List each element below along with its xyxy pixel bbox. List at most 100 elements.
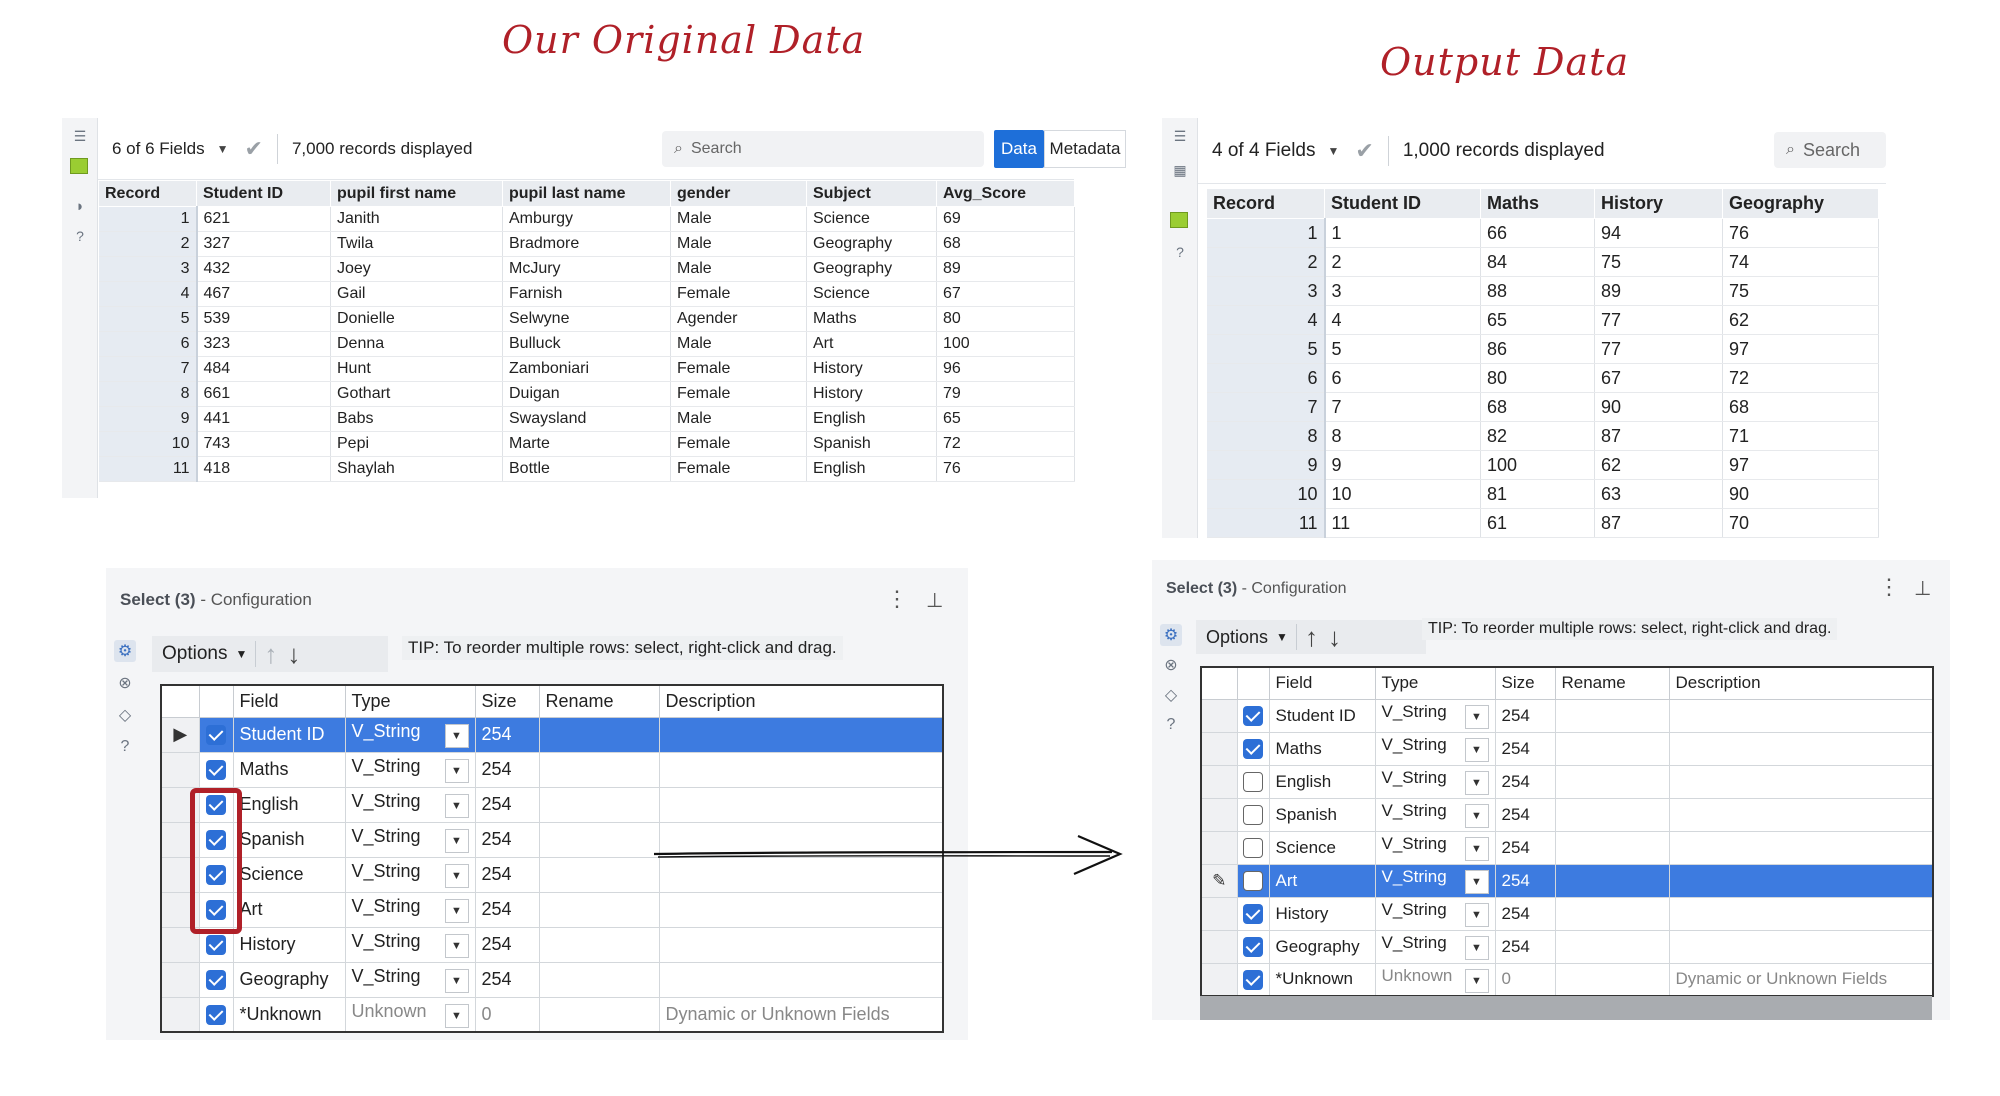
field-name-cell[interactable]: Spanish [1268,797,1376,832]
data-cell[interactable]: 89 [1594,276,1723,306]
size-cell[interactable]: 254 [1494,764,1556,799]
rename-cell[interactable] [538,891,660,928]
caret-down-icon[interactable]: ▼ [1276,630,1288,644]
record-number-cell[interactable]: 9 [98,406,198,432]
data-cell[interactable]: 621 [196,206,331,232]
description-cell[interactable] [1668,896,1934,931]
rename-cell[interactable] [1554,896,1670,931]
column-header[interactable]: Student ID [196,180,331,207]
description-cell[interactable] [1668,731,1934,766]
type-dropdown-icon[interactable]: ▼ [1464,771,1489,795]
type-cell[interactable]: ▼ V_String [344,926,476,963]
data-cell[interactable]: 661 [196,381,331,407]
row-pointer[interactable] [1200,830,1238,865]
type-cell[interactable]: ▼ V_String [344,961,476,998]
field-row[interactable]: Geography ▼ V_String 254 [1200,929,1934,964]
data-cell[interactable]: Gail [330,281,503,307]
rename-cell[interactable] [538,926,660,963]
data-cell[interactable]: 100 [936,331,1075,357]
more-icon[interactable]: ⋮ [1878,574,1900,600]
field-name-cell[interactable]: Geography [232,961,346,998]
column-header[interactable]: gender [670,180,807,207]
record-number-cell[interactable]: 2 [1206,247,1326,277]
table-row[interactable]: 6 323 Denna Bulluck Male Art 100 [98,331,1075,357]
field-checkbox-cell[interactable] [1236,896,1270,931]
field-name-cell[interactable]: Art [1268,863,1376,898]
rename-cell[interactable] [1554,830,1670,865]
data-cell[interactable]: 6 [1324,363,1481,393]
field-name-cell[interactable]: History [1268,896,1376,931]
type-dropdown-icon[interactable]: ▼ [1464,870,1489,894]
rename-cell[interactable] [538,821,660,858]
size-cell[interactable]: 254 [474,891,540,928]
record-number-cell[interactable]: 2 [98,231,198,257]
data-cell[interactable]: 75 [1594,247,1723,277]
type-cell[interactable]: ▼ Unknown [344,996,476,1033]
type-cell[interactable]: ▼ V_String [1374,764,1496,799]
data-cell[interactable]: Male [670,406,807,432]
field-name-cell[interactable]: Student ID [232,716,346,753]
row-pointer[interactable]: ▶ [160,716,200,753]
type-cell[interactable]: ▼ V_String [344,786,476,823]
field-row[interactable]: *Unknown ▼ Unknown 0 Dynamic or Unknown Fiel… [160,996,944,1033]
data-cell[interactable]: 84 [1480,247,1595,277]
row-pointer[interactable] [160,996,200,1033]
record-number-cell[interactable]: 6 [98,331,198,357]
check-icon[interactable]: ✔ [1355,138,1373,164]
type-dropdown-icon[interactable]: ▼ [444,1003,469,1028]
connection-icon[interactable]: ⊗ [1160,654,1182,676]
rename-cell[interactable] [538,751,660,788]
field-checkbox-cell[interactable] [1236,830,1270,865]
type-cell[interactable]: ▼ V_String [1374,731,1496,766]
table-row[interactable]: 3 3 88 89 75 [1206,276,1879,306]
arrow-down-icon[interactable]: ↓ [1328,622,1341,653]
column-header[interactable]: Field [232,684,346,718]
description-cell[interactable] [658,786,944,823]
table-icon[interactable]: ▦ [1170,160,1190,180]
description-cell[interactable] [1668,929,1934,964]
data-cell[interactable]: 79 [936,381,1075,407]
data-cell[interactable]: 67 [936,281,1075,307]
type-dropdown-icon[interactable]: ▼ [1464,837,1489,861]
record-number-cell[interactable]: 11 [1206,508,1326,538]
data-cell[interactable]: 61 [1480,508,1595,538]
data-tab-button[interactable]: Data [994,130,1044,168]
data-cell[interactable]: 97 [1722,450,1879,480]
table-row[interactable]: 7 484 Hunt Zamboniari Female History 96 [98,356,1075,382]
size-cell[interactable]: 0 [1494,962,1556,997]
metadata-tab-button[interactable]: Metadata [1044,130,1126,168]
data-cell[interactable]: 441 [196,406,331,432]
fields-selector[interactable]: 4 of 4 Fields [1212,140,1316,162]
data-cell[interactable]: Janith [330,206,503,232]
caret-down-icon[interactable]: ▼ [235,647,247,661]
tag-icon[interactable]: ◇ [114,704,136,726]
help-icon[interactable]: ? [114,736,136,758]
column-header[interactable]: Description [1668,666,1934,700]
gear-icon[interactable]: ⚙ [114,640,136,662]
field-row[interactable]: English ▼ V_String 254 [1200,764,1934,799]
field-row[interactable]: Spanish ▼ V_String 254 [1200,797,1934,832]
caret-down-icon[interactable]: ▼ [217,142,229,156]
record-number-cell[interactable]: 8 [98,381,198,407]
size-cell[interactable]: 254 [474,716,540,753]
data-cell[interactable]: 68 [936,231,1075,257]
rename-cell[interactable] [538,786,660,823]
row-pointer[interactable] [1200,764,1238,799]
type-dropdown-icon[interactable]: ▼ [444,864,469,888]
record-number-cell[interactable]: 3 [1206,276,1326,306]
record-number-cell[interactable]: 8 [1206,421,1326,451]
data-cell[interactable]: 70 [1722,508,1879,538]
type-dropdown-icon[interactable]: ▼ [444,724,469,748]
data-cell[interactable]: Female [670,431,807,457]
rename-cell[interactable] [538,856,660,893]
column-header[interactable]: Description [658,684,944,718]
data-cell[interactable]: Swaysland [502,406,671,432]
table-row[interactable]: 5 5 86 77 97 [1206,334,1879,364]
data-cell[interactable]: 65 [1480,305,1595,335]
type-dropdown-icon[interactable]: ▼ [1464,804,1489,828]
data-cell[interactable]: 539 [196,306,331,332]
field-row[interactable]: Science ▼ V_String 254 [1200,830,1934,865]
data-cell[interactable]: 4 [1324,305,1481,335]
pin-icon[interactable]: ⊥ [926,588,943,613]
caret-down-icon[interactable]: ▼ [1328,144,1340,158]
